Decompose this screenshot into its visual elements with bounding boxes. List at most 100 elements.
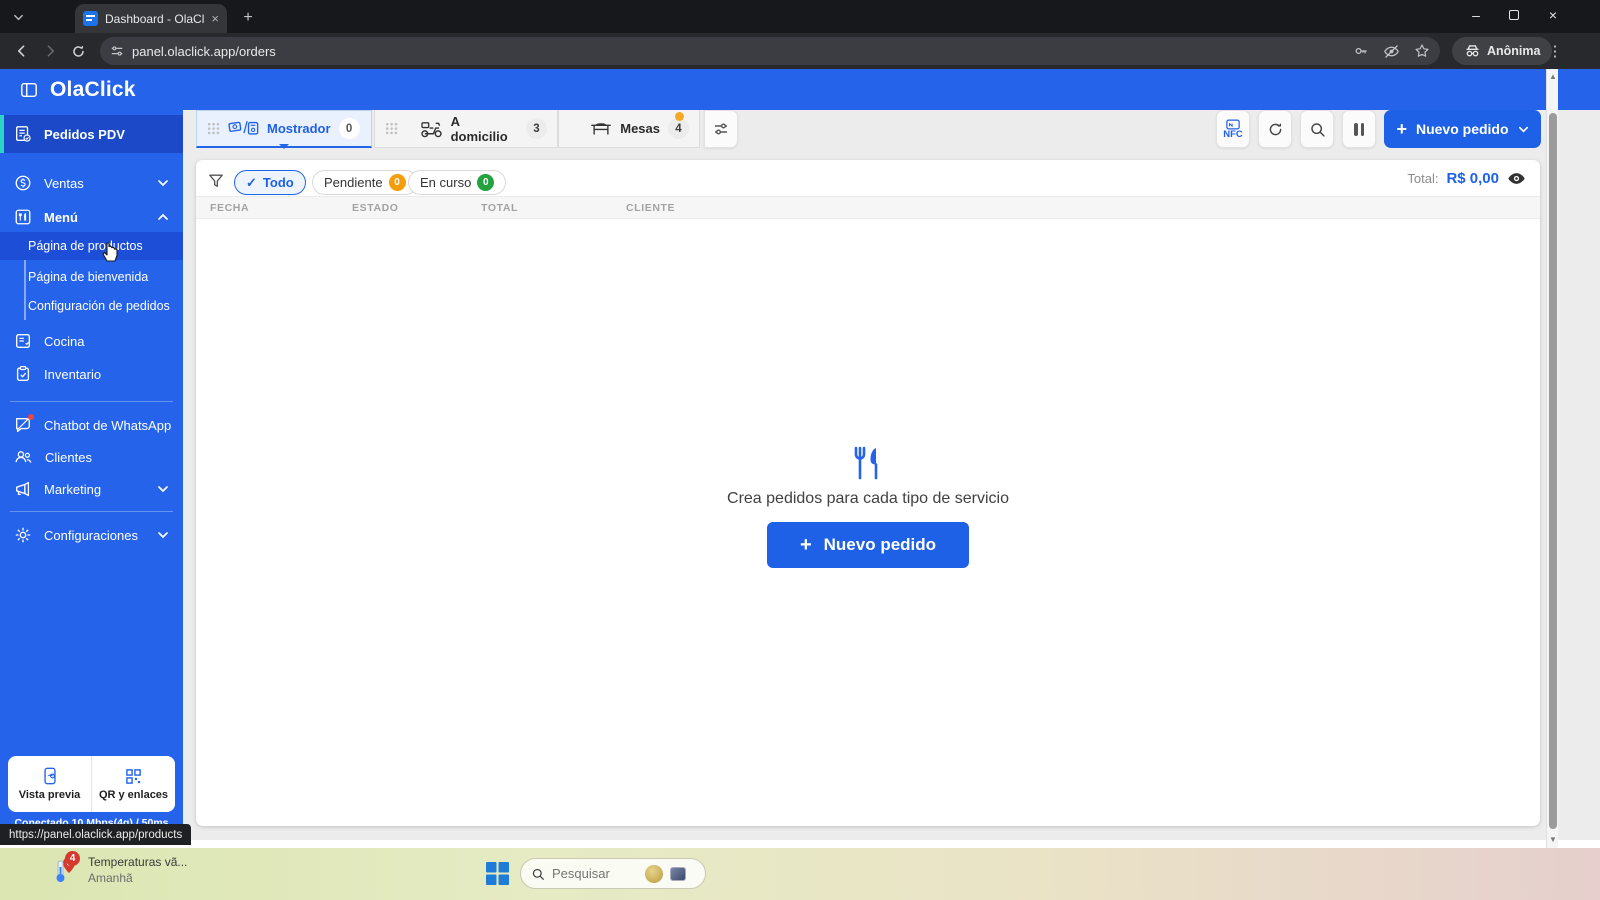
app-header: OlaClick Actualiza tu Plan 5 Soporte [0, 69, 1600, 172]
browser-toolbar: panel.olaclick.app/orders Anônima ⋮ [0, 33, 1600, 69]
sidebar-item-clientes[interactable]: Clientes [0, 441, 183, 473]
tab-close-icon[interactable]: × [211, 12, 219, 25]
total-visibility-eye-icon[interactable] [1507, 171, 1526, 186]
empty-state-new-order-button[interactable]: + Nuevo pedido [767, 522, 969, 568]
password-key-icon[interactable] [1353, 43, 1369, 59]
incognito-badge[interactable]: Anônima [1452, 37, 1553, 65]
back-icon[interactable] [8, 37, 36, 65]
orders-main: Mostrador 0 A domicilio 3 Mesas 4 NFC + … [183, 110, 1546, 840]
weather-thermometer-icon: 4 [52, 851, 80, 885]
tab-count-badge: 3 [526, 118, 547, 139]
column-view-button[interactable] [1342, 110, 1376, 148]
url-text: panel.olaclick.app/orders [132, 43, 276, 59]
chip-label: Todo [262, 175, 294, 190]
total-value: R$ 0,00 [1446, 170, 1499, 187]
sidebar-item-marketing[interactable]: Marketing [0, 473, 183, 505]
filter-funnel-icon[interactable] [208, 173, 224, 189]
reload-icon[interactable] [64, 37, 92, 65]
sidebar-item-label: Configuraciones [44, 527, 138, 543]
clipboard-check-icon [14, 365, 32, 383]
active-tab-pointer [279, 144, 289, 149]
preview-button[interactable]: Vista previa [8, 756, 91, 812]
page-bottom-strip [0, 840, 1600, 848]
scroll-up-arrow[interactable]: ▲ [1549, 73, 1557, 81]
subitem-label: Configuración de pedidos [28, 298, 170, 313]
sidebar-item-label: Marketing [44, 481, 102, 497]
sidebar-subitem-configuracion-de-pedidos[interactable]: Configuración de pedidos [0, 291, 183, 320]
new-tab-button[interactable]: + [238, 8, 258, 28]
tab-label: Mesas [620, 121, 660, 136]
new-order-button[interactable]: + Nuevo pedido [1384, 110, 1541, 148]
taskbar-search-input[interactable] [552, 866, 638, 881]
megaphone-icon [14, 480, 32, 498]
bookmark-star-icon[interactable] [1414, 43, 1430, 59]
chevron-down-icon [157, 177, 169, 189]
qr-code-icon [125, 768, 142, 785]
incognito-icon [1464, 44, 1481, 58]
drag-handle-icon[interactable] [207, 122, 220, 135]
scrollbar-thumb[interactable] [1549, 113, 1557, 829]
browser-tabstrip: Dashboard - OlaClick × + – × [0, 0, 1600, 33]
sidebar-item-ventas[interactable]: Ventas [0, 167, 183, 199]
taskbar-search-box[interactable] [520, 858, 706, 889]
tab-mostrador[interactable]: Mostrador 0 [196, 110, 372, 148]
table-icon [590, 121, 612, 137]
nfc-button[interactable]: NFC [1216, 110, 1250, 148]
windows-start-icon[interactable] [486, 862, 509, 885]
tabs-settings-button[interactable] [704, 110, 738, 148]
tab-label: A domicilio [450, 113, 508, 144]
tab-search-chevron-icon[interactable] [6, 7, 30, 27]
chevron-down-icon [157, 483, 169, 495]
qr-links-button[interactable]: QR y enlaces [91, 756, 175, 812]
site-settings-icon[interactable] [110, 44, 124, 58]
tab-count-badge: 4 [668, 118, 689, 139]
window-maximize-button[interactable] [1494, 0, 1534, 30]
sidebar-item-pedidos-pdv[interactable]: Pedidos PDV [0, 115, 183, 153]
refresh-button[interactable] [1258, 110, 1292, 148]
url-bar[interactable]: panel.olaclick.app/orders [100, 37, 1440, 65]
drag-handle-icon[interactable] [569, 122, 571, 135]
window-minimize-button[interactable]: – [1456, 0, 1496, 30]
browser-menu-icon[interactable]: ⋮ [1543, 38, 1567, 64]
sidebar-item-configuraciones[interactable]: Configuraciones [0, 519, 183, 551]
sidebar-subitem-pagina-de-bienvenida[interactable]: Página de bienvenida [0, 262, 183, 291]
inprogress-count-badge: 0 [477, 174, 495, 191]
sidebar-item-cocina[interactable]: Cocina [0, 325, 183, 357]
empty-new-order-label: Nuevo pedido [823, 535, 937, 554]
plus-icon: + [799, 533, 812, 556]
sidebar-subitem-pagina-de-productos[interactable]: Página de productos [0, 232, 183, 260]
eye-off-icon[interactable] [1383, 43, 1400, 60]
tab-a-domicilio[interactable]: A domicilio 3 [374, 110, 558, 148]
browser-tab[interactable]: Dashboard - OlaClick × [75, 4, 227, 33]
coin-icon [14, 174, 32, 192]
people-icon [14, 448, 33, 466]
counter-payment-icon [228, 119, 259, 138]
sidebar-toggle-icon[interactable] [20, 81, 38, 99]
subitem-label: Página de bienvenida [28, 269, 149, 284]
scroll-down-arrow[interactable]: ▼ [1549, 836, 1557, 844]
filter-chip-pendiente[interactable]: Pendiente 0 [312, 170, 418, 195]
weather-alert-badge: 4 [65, 851, 80, 866]
weather-subtitle: Amanhã [88, 871, 133, 885]
filter-chip-en-curso[interactable]: En curso 0 [408, 170, 507, 195]
link-preview-tooltip: https://panel.olaclick.app/products [0, 824, 192, 845]
sidebar-divider [10, 401, 173, 402]
sidebar-item-chatbot-whatsapp[interactable]: Chatbot de WhatsApp [0, 409, 183, 441]
window-close-button[interactable]: × [1533, 0, 1573, 30]
taskbar-weather-widget[interactable]: 4 Temperaturas vã... Amanhã [52, 851, 187, 885]
sidebar-item-label: Cocina [44, 333, 85, 349]
chevron-down-icon[interactable] [1518, 124, 1529, 135]
column-header-cliente: CLIENTE [626, 202, 676, 214]
nfc-label: NFC [1223, 128, 1243, 140]
forward-icon[interactable] [36, 37, 64, 65]
sidebar-item-inventario[interactable]: Inventario [0, 358, 183, 390]
sidebar-item-label: Clientes [45, 449, 92, 465]
filter-chip-todo[interactable]: ✓ Todo [234, 170, 306, 195]
qr-links-label: QR y enlaces [98, 788, 169, 801]
column-header-total: TOTAL [481, 202, 519, 214]
drag-handle-icon[interactable] [385, 122, 398, 135]
sidebar-item-menu[interactable]: Menú [0, 201, 183, 233]
search-button[interactable] [1300, 110, 1334, 148]
sidebar-item-label: Ventas [44, 175, 84, 191]
page-scrollbar[interactable]: ▲ ▼ [1546, 69, 1558, 848]
